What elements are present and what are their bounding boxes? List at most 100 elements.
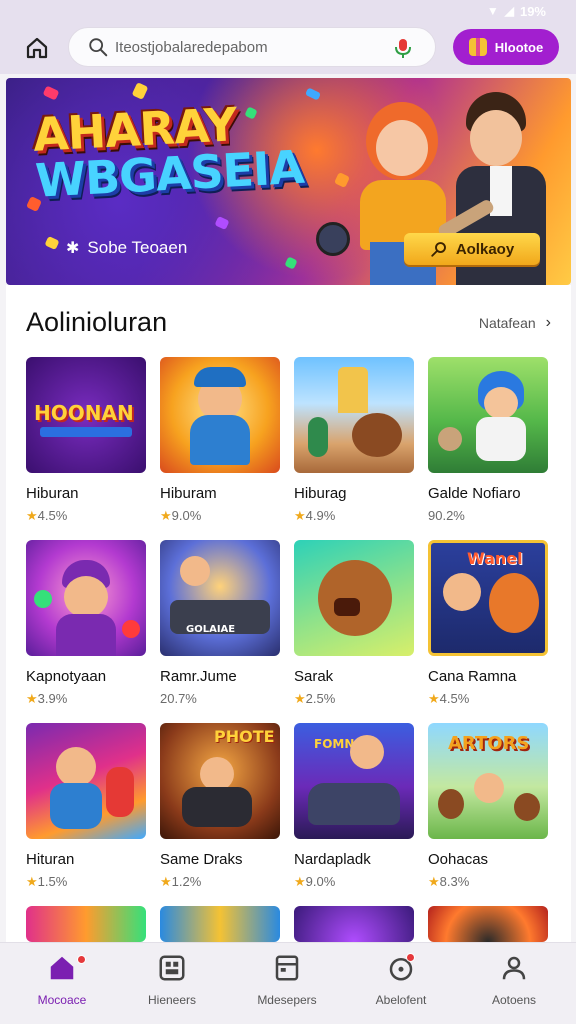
star-icon: ★	[294, 691, 306, 706]
mic-icon[interactable]	[393, 37, 413, 59]
castle-illustration	[338, 367, 368, 413]
game-card[interactable]	[294, 906, 414, 942]
game-thumbnail	[428, 906, 548, 942]
game-card[interactable]: GOLAIAE Ramr.Jume 20.7%	[160, 540, 280, 706]
nav-label: Abelofent	[375, 993, 427, 1007]
game-thumbnail	[428, 357, 548, 473]
game-title: Oohacas	[428, 851, 489, 868]
game-card[interactable]: FOMNA Nardapladk ★9.0%	[294, 723, 414, 890]
game-rating: ★4.9%	[294, 508, 336, 523]
game-card[interactable]: Hituran ★1.5%	[26, 723, 146, 890]
star-icon: ★	[26, 874, 38, 889]
confetti-decoration	[284, 256, 298, 270]
character-illustration	[106, 767, 134, 817]
nav-item-notifications[interactable]: Abelofent	[346, 953, 456, 1017]
game-thumbnail	[26, 723, 146, 839]
calendar-icon	[272, 953, 302, 983]
game-thumbnail: HOONAN	[26, 357, 146, 473]
game-card[interactable]: Sarak ★2.5%	[294, 540, 414, 707]
search-input[interactable]	[115, 38, 385, 56]
game-card[interactable]	[160, 906, 280, 942]
star-icon: ★	[294, 508, 306, 523]
game-title: Nardapladk	[294, 851, 371, 868]
game-title: Kapnotyaan	[26, 668, 107, 685]
game-title: Same Draks	[160, 851, 243, 868]
banner-title-line2: WBGASEIA	[33, 139, 305, 208]
character-illustration	[352, 413, 402, 457]
status-bar: ▼ ◢ 19%	[0, 0, 576, 22]
game-thumbnail	[160, 906, 280, 942]
game-title: Hiburam	[160, 485, 217, 502]
game-rating: ★9.0%	[160, 508, 202, 523]
phone-screen: ▼ ◢ 19% Hlootoe	[0, 0, 576, 1024]
game-card[interactable]: HOONAN Hiburan ★4.5%	[26, 357, 146, 524]
game-thumbnail: ARTORS	[428, 723, 548, 839]
game-card[interactable]: Wanel Cana Ramna ★4.5%	[428, 540, 548, 707]
character-illustration	[64, 576, 108, 618]
game-thumbnail	[294, 357, 414, 473]
star-icon: ★	[160, 874, 172, 889]
game-rating: ★1.5%	[26, 874, 68, 889]
game-thumbnail	[294, 906, 414, 942]
promo-button[interactable]: Hlootoe	[453, 29, 559, 65]
game-rating: 20.7%	[160, 691, 197, 706]
character-illustration	[443, 573, 481, 611]
game-title: Galde Nofiaro	[428, 485, 521, 502]
game-rating: ★8.3%	[428, 874, 470, 889]
character-illustration	[56, 614, 116, 656]
gift-icon	[468, 38, 487, 56]
home-button[interactable]	[22, 34, 52, 62]
confetti-decoration	[44, 235, 60, 251]
notification-icon	[386, 953, 416, 983]
game-title: Hiburan	[26, 485, 79, 502]
see-all-link[interactable]: Natafean ›	[479, 314, 551, 332]
gem-decoration	[122, 620, 140, 638]
character-illustration	[438, 789, 464, 819]
hero-banner[interactable]: AHARAY WBGASEIA ✱ Sobe Teoaen Aolkaoy	[6, 78, 571, 285]
search-bar[interactable]	[68, 27, 436, 67]
game-card[interactable]: PHOTE Same Draks ★1.2%	[160, 723, 280, 890]
nav-label: Hieneers	[147, 993, 197, 1007]
star-icon: ★	[428, 874, 440, 889]
character-illustration	[182, 787, 252, 827]
character-illustration	[514, 793, 540, 821]
section-title: Aolinioluran	[26, 307, 168, 337]
game-card[interactable]	[428, 906, 548, 942]
game-rating: ★1.2%	[160, 874, 202, 889]
nav-label: Aotoens	[491, 993, 537, 1007]
character-illustration	[308, 417, 328, 457]
character-illustration	[476, 417, 526, 461]
game-thumbnail: GOLAIAE	[160, 540, 280, 656]
gem-decoration	[34, 590, 52, 608]
game-card[interactable]: Galde Nofiaro 90.2%	[428, 357, 548, 523]
game-card[interactable]: ARTORS Oohacas ★8.3%	[428, 723, 548, 890]
banner-title: AHARAY WBGASEIA	[32, 96, 336, 208]
nav-item-schedule[interactable]: Mdesepers	[232, 953, 342, 1017]
game-card[interactable]: Kapnotyaan ★3.9%	[26, 540, 146, 707]
banner-button-label: Aolkaoy	[455, 240, 515, 258]
game-card[interactable]	[26, 906, 146, 942]
character-illustration	[484, 387, 518, 419]
character-illustration	[50, 783, 102, 829]
games-section: Aolinioluran Natafean › HOONAN Hiburan ★…	[6, 285, 571, 942]
character-illustration	[474, 773, 504, 803]
nav-item-profile[interactable]: Aotoens	[459, 953, 569, 1017]
nav-item-games[interactable]: Hieneers	[117, 953, 227, 1017]
banner-play-button[interactable]: Aolkaoy	[404, 233, 540, 265]
battery-level: 19%	[519, 3, 546, 19]
game-thumbnail	[160, 357, 280, 473]
signal-icon: ◢	[504, 4, 514, 18]
nav-label: Mocoace	[37, 993, 87, 1007]
character-illustration	[200, 757, 234, 791]
home-icon	[26, 37, 48, 59]
character-illustration	[194, 367, 246, 387]
grid-icon	[157, 953, 187, 983]
star-icon: ★	[26, 508, 38, 523]
game-card[interactable]: Hiburam ★9.0%	[160, 357, 280, 524]
game-rating: ★9.0%	[294, 874, 336, 889]
search-icon	[431, 242, 446, 257]
game-card[interactable]: Hiburag ★4.9%	[294, 357, 414, 524]
game-logo-text: HOONAN	[34, 401, 134, 425]
nav-item-home[interactable]: Mocoace	[7, 953, 117, 1017]
game-logo-text: PHOTE	[214, 727, 275, 746]
